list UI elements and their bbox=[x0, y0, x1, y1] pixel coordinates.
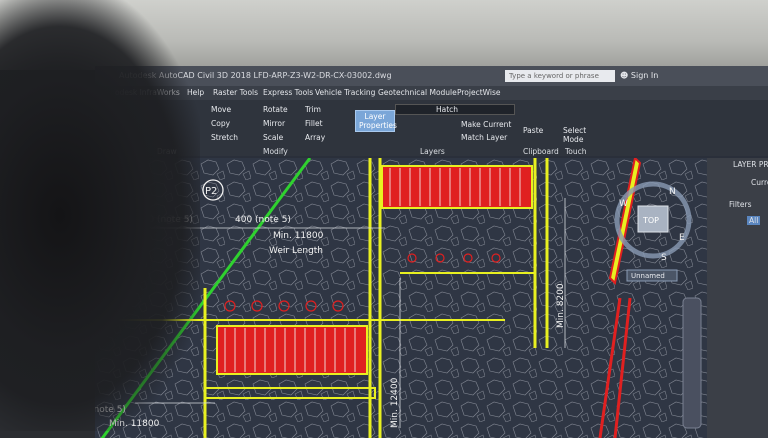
compass-w: W bbox=[619, 199, 628, 209]
select-mode-button[interactable]: Select Mode bbox=[563, 126, 586, 144]
sign-in-label: Sign In bbox=[630, 71, 659, 80]
layer-filter-all[interactable]: All bbox=[747, 216, 761, 225]
view-unnamed-label: Unnamed bbox=[631, 272, 665, 280]
mirror-button[interactable]: Mirror bbox=[263, 119, 285, 128]
compass-n: N bbox=[669, 187, 676, 197]
panel-title-modify: Modify bbox=[263, 147, 288, 156]
min-vertical-right: Min. 8200 bbox=[556, 283, 566, 328]
menu-bar: odesk InfraWorks Help Raster Tools Expre… bbox=[95, 86, 768, 100]
min-vertical-left: Min. 12400 bbox=[390, 377, 400, 428]
copy-button[interactable]: Copy bbox=[211, 119, 230, 128]
ribbon: Move Rotate Trim Copy Mirror Fillet Stre… bbox=[95, 100, 768, 156]
layer-current-label: Current bbox=[751, 178, 768, 187]
min-weir-label: Min. 11800 bbox=[273, 231, 324, 241]
navigation-bar[interactable] bbox=[682, 297, 702, 429]
compass-e: E bbox=[679, 233, 685, 243]
menu-item-infraworks[interactable]: odesk InfraWorks bbox=[115, 88, 180, 97]
weir-length-label: Weir Length bbox=[269, 246, 323, 256]
note-top-right: 400 (note 5) bbox=[235, 215, 291, 225]
menu-item-geotechnical[interactable]: Geotechnical Module bbox=[378, 88, 457, 97]
search-input[interactable]: Type a keyword or phrase bbox=[505, 70, 615, 82]
menu-item-vehicle-tracking[interactable]: Vehicle Tracking bbox=[315, 88, 375, 97]
min-bottom-label: Min. 11800 bbox=[109, 419, 160, 429]
sign-in-button[interactable]: ☻ Sign In bbox=[620, 71, 658, 80]
monitor-screen: Autodesk AutoCAD Civil 3D 2018 LFD-ARP-Z… bbox=[95, 66, 768, 438]
move-button[interactable]: Move bbox=[211, 105, 231, 114]
hatched-slab-bottom bbox=[216, 325, 368, 375]
layer-properties-button[interactable]: Layer Properties bbox=[355, 110, 397, 132]
title-bar: Autodesk AutoCAD Civil 3D 2018 LFD-ARP-Z… bbox=[95, 66, 768, 86]
menu-item-projectwise[interactable]: ProjectWise bbox=[457, 88, 501, 97]
menu-item-help[interactable]: Help bbox=[187, 88, 204, 97]
compass-s: S bbox=[661, 253, 667, 263]
make-current-button[interactable]: Make Current bbox=[461, 120, 511, 129]
rotate-button[interactable]: Rotate bbox=[263, 105, 288, 114]
viewcube-top: TOP bbox=[642, 216, 659, 225]
array-button[interactable]: Array bbox=[305, 133, 325, 142]
background-office bbox=[0, 0, 768, 70]
paste-button[interactable]: Paste bbox=[523, 126, 543, 135]
stretch-button[interactable]: Stretch bbox=[211, 133, 238, 142]
user-icon: ☻ bbox=[620, 71, 629, 80]
panel-title-layers: Layers bbox=[420, 147, 445, 156]
trim-button[interactable]: Trim bbox=[305, 105, 321, 114]
menu-item-raster-tools[interactable]: Raster Tools bbox=[213, 88, 258, 97]
panel-title-touch: Touch bbox=[565, 147, 587, 156]
cad-drawing: P2 400 (note 5) 400 (note 5) Min. 11800 … bbox=[95, 158, 707, 438]
panel-title-clipboard: Clipboard bbox=[523, 147, 559, 156]
p2-label: P2 bbox=[205, 186, 217, 197]
layer-filters-label: Filters bbox=[729, 200, 752, 209]
match-layer-button[interactable]: Match Layer bbox=[461, 133, 507, 142]
panel-title-draw: Draw bbox=[157, 147, 177, 156]
hatched-slab-top bbox=[381, 165, 533, 209]
fillet-button[interactable]: Fillet bbox=[305, 119, 323, 128]
note-top-left: 400 (note 5) bbox=[137, 215, 193, 225]
layer-panel-title: LAYER PRO bbox=[733, 160, 768, 169]
layer-properties-palette: LAYER PRO Current Filters All bbox=[707, 158, 768, 438]
drawing-canvas[interactable]: P2 400 (note 5) 400 (note 5) Min. 11800 … bbox=[95, 158, 707, 438]
scale-button[interactable]: Scale bbox=[263, 133, 283, 142]
menu-item-express-tools[interactable]: Express Tools bbox=[263, 88, 313, 97]
note-bottom: 400 (note 5) bbox=[95, 405, 126, 415]
window-title: Autodesk AutoCAD Civil 3D 2018 LFD-ARP-Z… bbox=[119, 71, 392, 80]
layer-dropdown[interactable]: Hatch bbox=[395, 104, 515, 115]
panel-title-views: ews bbox=[115, 147, 130, 156]
